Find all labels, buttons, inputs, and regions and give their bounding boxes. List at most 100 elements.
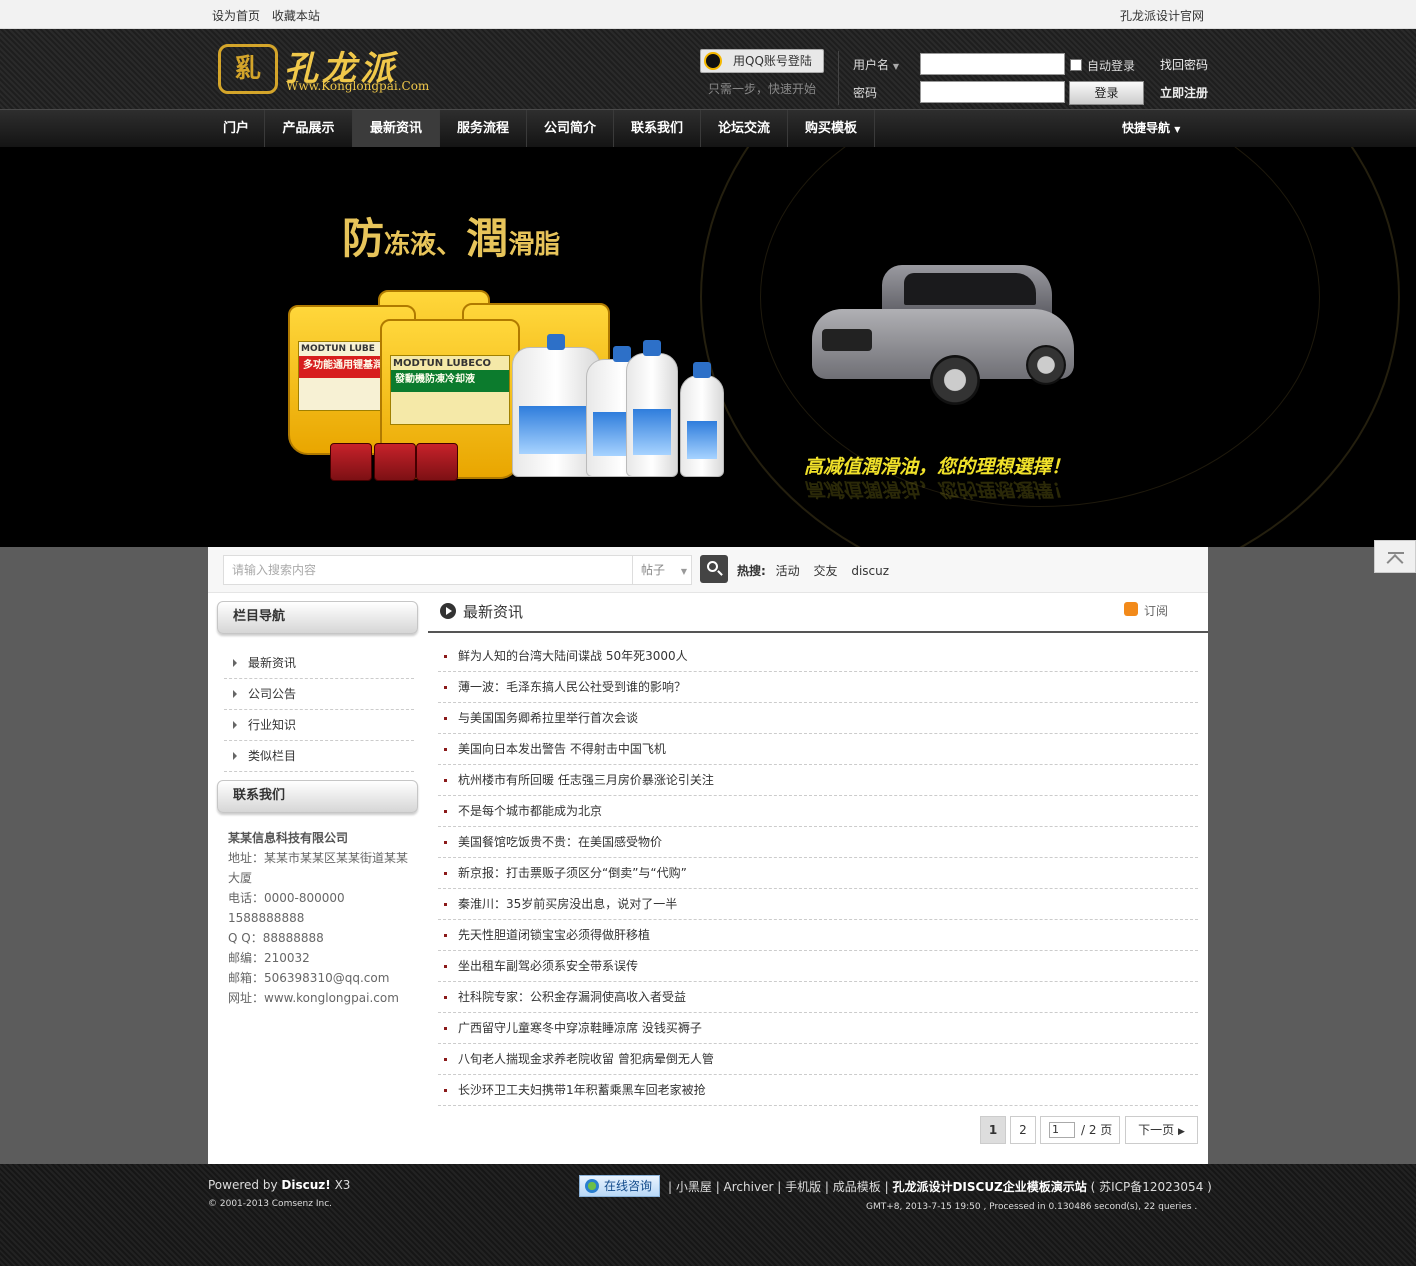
- footer-link-templates[interactable]: 成品模板: [833, 1180, 881, 1194]
- online-consult-button[interactable]: 在线咨询: [579, 1175, 660, 1197]
- nav-item-portal[interactable]: 门户: [208, 110, 265, 148]
- news-link[interactable]: 与美国国务卿希拉里举行首次会谈: [458, 711, 638, 725]
- quick-nav-menu[interactable]: 快捷导航 ▼: [1122, 110, 1180, 148]
- arrow-right-icon: [233, 752, 237, 760]
- footer-site-name[interactable]: 孔龙派设计DISCUZ企业模板演示站: [892, 1180, 1086, 1194]
- news-link[interactable]: 不是每个城市都能成为北京: [458, 804, 602, 818]
- register-link[interactable]: 立即注册: [1160, 84, 1208, 101]
- news-link[interactable]: 美国餐馆吃饭贵不贵：在美国感受物价: [458, 835, 662, 849]
- page-2-button[interactable]: 2: [1010, 1116, 1036, 1144]
- news-link[interactable]: 长沙环卫工夫妇携带1年积蓄乘黑车回老家被抢: [458, 1083, 706, 1097]
- news-row[interactable]: 美国餐馆吃饭贵不贵：在美国感受物价: [438, 827, 1198, 858]
- username-label: 用户名: [853, 58, 890, 72]
- news-row[interactable]: 鲜为人知的台湾大陆间谍战 50年死3000人: [438, 641, 1198, 672]
- news-link[interactable]: 广西留守儿童寒冬中穿凉鞋睡凉席 没钱买褥子: [458, 1021, 702, 1035]
- logo-url: Www.Konglongpai.Com: [286, 79, 430, 93]
- subscribe-link[interactable]: 订阅: [1144, 602, 1168, 619]
- discuz-version: X3: [334, 1178, 351, 1192]
- footer-link-archiver[interactable]: Archiver: [724, 1180, 774, 1194]
- news-row[interactable]: 秦淮川：35岁前买房没出息，说对了一半: [438, 889, 1198, 920]
- news-row[interactable]: 坐出租车副驾必须系安全带系误传: [438, 951, 1198, 982]
- sidebar-item-knowledge[interactable]: 行业知识: [224, 710, 414, 741]
- news-row[interactable]: 先天性胆道闭锁宝宝必须得做肝移植: [438, 920, 1198, 951]
- main-container: 请输入搜索内容 帖子 ▼ 热搜: 活动 交友 discuz 栏目导航 最新资讯 …: [208, 547, 1208, 1164]
- nav-item-products[interactable]: 产品展示: [265, 110, 353, 148]
- auto-login-checkbox[interactable]: [1070, 59, 1082, 71]
- news-link[interactable]: 社科院专家：公积金存漏洞使高收入者受益: [458, 990, 686, 1004]
- find-password-link[interactable]: 找回密码: [1160, 56, 1208, 73]
- sidebar-item-similar[interactable]: 类似栏目: [224, 741, 414, 772]
- news-link[interactable]: 杭州楼市有所回暖 任志强三月房价暴涨论引关注: [458, 773, 714, 787]
- search-type-select[interactable]: 帖子 ▼: [632, 555, 692, 585]
- qq-login-button[interactable]: 用QQ账号登陆: [700, 49, 824, 73]
- hero-banner[interactable]: 防冻液、 潤滑脂 MODTUN LUBE 多功能通用锂基润 MODTUN LUB…: [0, 147, 1416, 547]
- news-row[interactable]: 杭州楼市有所回暖 任志强三月房价暴涨论引关注: [438, 765, 1198, 796]
- nav-item-contact[interactable]: 联系我们: [614, 110, 701, 148]
- hot-word-link[interactable]: discuz: [851, 564, 889, 578]
- sidebar-item-announcement[interactable]: 公司公告: [224, 679, 414, 710]
- nav-item-buy[interactable]: 购买模板: [788, 110, 875, 148]
- suv-car-image: [812, 259, 1082, 409]
- hot-word-link[interactable]: 交友: [813, 564, 837, 578]
- password-input[interactable]: [920, 81, 1065, 103]
- news-row[interactable]: 与美国国务卿希拉里举行首次会谈: [438, 703, 1198, 734]
- footer-link-blacklist[interactable]: 小黑屋: [676, 1180, 712, 1194]
- next-page-button[interactable]: 下一页 ▶: [1125, 1116, 1198, 1144]
- news-row[interactable]: 长沙环卫工夫妇携带1年积蓄乘黑车回老家被抢: [438, 1075, 1198, 1106]
- news-link[interactable]: 薄一波：毛泽东搞人民公社受到谁的影响？: [458, 680, 686, 694]
- news-link[interactable]: 先天性胆道闭锁宝宝必须得做肝移植: [458, 928, 650, 942]
- news-row[interactable]: 薄一波：毛泽东搞人民公社受到谁的影响？: [438, 672, 1198, 703]
- coolant-bottle: [680, 362, 724, 477]
- news-link[interactable]: 美国向日本发出警告 不得射击中国飞机: [458, 742, 666, 756]
- news-row[interactable]: 新京报：打击票贩子须区分“倒卖”与“代购”: [438, 858, 1198, 889]
- top-left-links: 设为首页 收藏本站: [212, 7, 328, 24]
- nav-item-service[interactable]: 服务流程: [440, 110, 527, 148]
- arrow-right-icon: [233, 659, 237, 667]
- login-button[interactable]: 登录: [1069, 81, 1144, 105]
- news-row[interactable]: 不是每个城市都能成为北京: [438, 796, 1198, 827]
- username-input[interactable]: [920, 53, 1065, 75]
- search-type-label: 帖子: [641, 563, 666, 577]
- hot-word-link[interactable]: 活动: [776, 564, 800, 578]
- sidebar-nav-title: 栏目导航: [217, 601, 418, 634]
- footer-links: | 小黑屋 | Archiver | 手机版 | 成品模板 | 孔龙派设计DIS…: [668, 1180, 1212, 1194]
- nav-item-news[interactable]: 最新资讯: [353, 110, 440, 148]
- next-page-label: 下一页: [1138, 1123, 1175, 1137]
- rss-icon[interactable]: [1124, 602, 1138, 616]
- online-consult-label: 在线咨询: [604, 1179, 653, 1193]
- search-input[interactable]: 请输入搜索内容: [223, 555, 633, 585]
- news-link[interactable]: 坐出租车副驾必须系安全带系误传: [458, 959, 638, 973]
- page-jump-input[interactable]: 1: [1049, 1122, 1075, 1138]
- bookmark-link[interactable]: 收藏本站: [272, 9, 320, 23]
- news-row[interactable]: 美国向日本发出警告 不得射击中国飞机: [438, 734, 1198, 765]
- search-button[interactable]: [700, 555, 728, 583]
- footer-link-mobile[interactable]: 手机版: [785, 1180, 821, 1194]
- discuz-link[interactable]: Discuz!: [281, 1178, 330, 1192]
- back-to-top-button[interactable]: [1374, 540, 1416, 573]
- news-link[interactable]: 新京报：打击票贩子须区分“倒卖”与“代购”: [458, 866, 687, 880]
- news-link[interactable]: 秦淮川：35岁前买房没出息，说对了一半: [458, 897, 677, 911]
- sidebar-item-label: 类似栏目: [248, 749, 297, 763]
- search-icon: [707, 561, 718, 572]
- grease-jar: [374, 443, 416, 481]
- news-row[interactable]: 广西留守儿童寒冬中穿凉鞋睡凉席 没钱买褥子: [438, 1013, 1198, 1044]
- bucket-product-name: 發動機防凍冷却液: [395, 374, 475, 385]
- news-row[interactable]: 八旬老人揣现金求养老院收留 曾犯病晕倒无人管: [438, 1044, 1198, 1075]
- news-row[interactable]: 社科院专家：公积金存漏洞使高收入者受益: [438, 982, 1198, 1013]
- set-home-link[interactable]: 设为首页: [212, 9, 260, 23]
- sidebar-item-news[interactable]: 最新资讯: [224, 648, 414, 679]
- news-title: 最新资讯: [463, 603, 524, 621]
- banner-slogan: 高减值潤滑油，您的理想選擇！: [804, 456, 1071, 478]
- nav-item-about[interactable]: 公司简介: [527, 110, 614, 148]
- official-site-link[interactable]: 孔龙派设计官网: [1120, 7, 1204, 24]
- bucket-green-band: 發動機防凍冷却液: [391, 370, 509, 392]
- news-link[interactable]: 八旬老人揣现金求养老院收留 曾犯病晕倒无人管: [458, 1052, 714, 1066]
- page-1-button[interactable]: 1: [980, 1116, 1006, 1144]
- header-divider: [838, 51, 839, 105]
- chevron-down-icon: ▼: [680, 567, 687, 576]
- username-type-select[interactable]: 用户名 ▼: [853, 56, 899, 73]
- site-logo[interactable]: 乿 孔龙派 Www.Konglongpai.Com: [218, 41, 450, 97]
- nav-item-forum[interactable]: 论坛交流: [701, 110, 788, 148]
- news-link[interactable]: 鲜为人知的台湾大陆间谍战 50年死3000人: [458, 649, 688, 663]
- footer-icp[interactable]: ( 苏ICP备12023054 ): [1091, 1180, 1212, 1194]
